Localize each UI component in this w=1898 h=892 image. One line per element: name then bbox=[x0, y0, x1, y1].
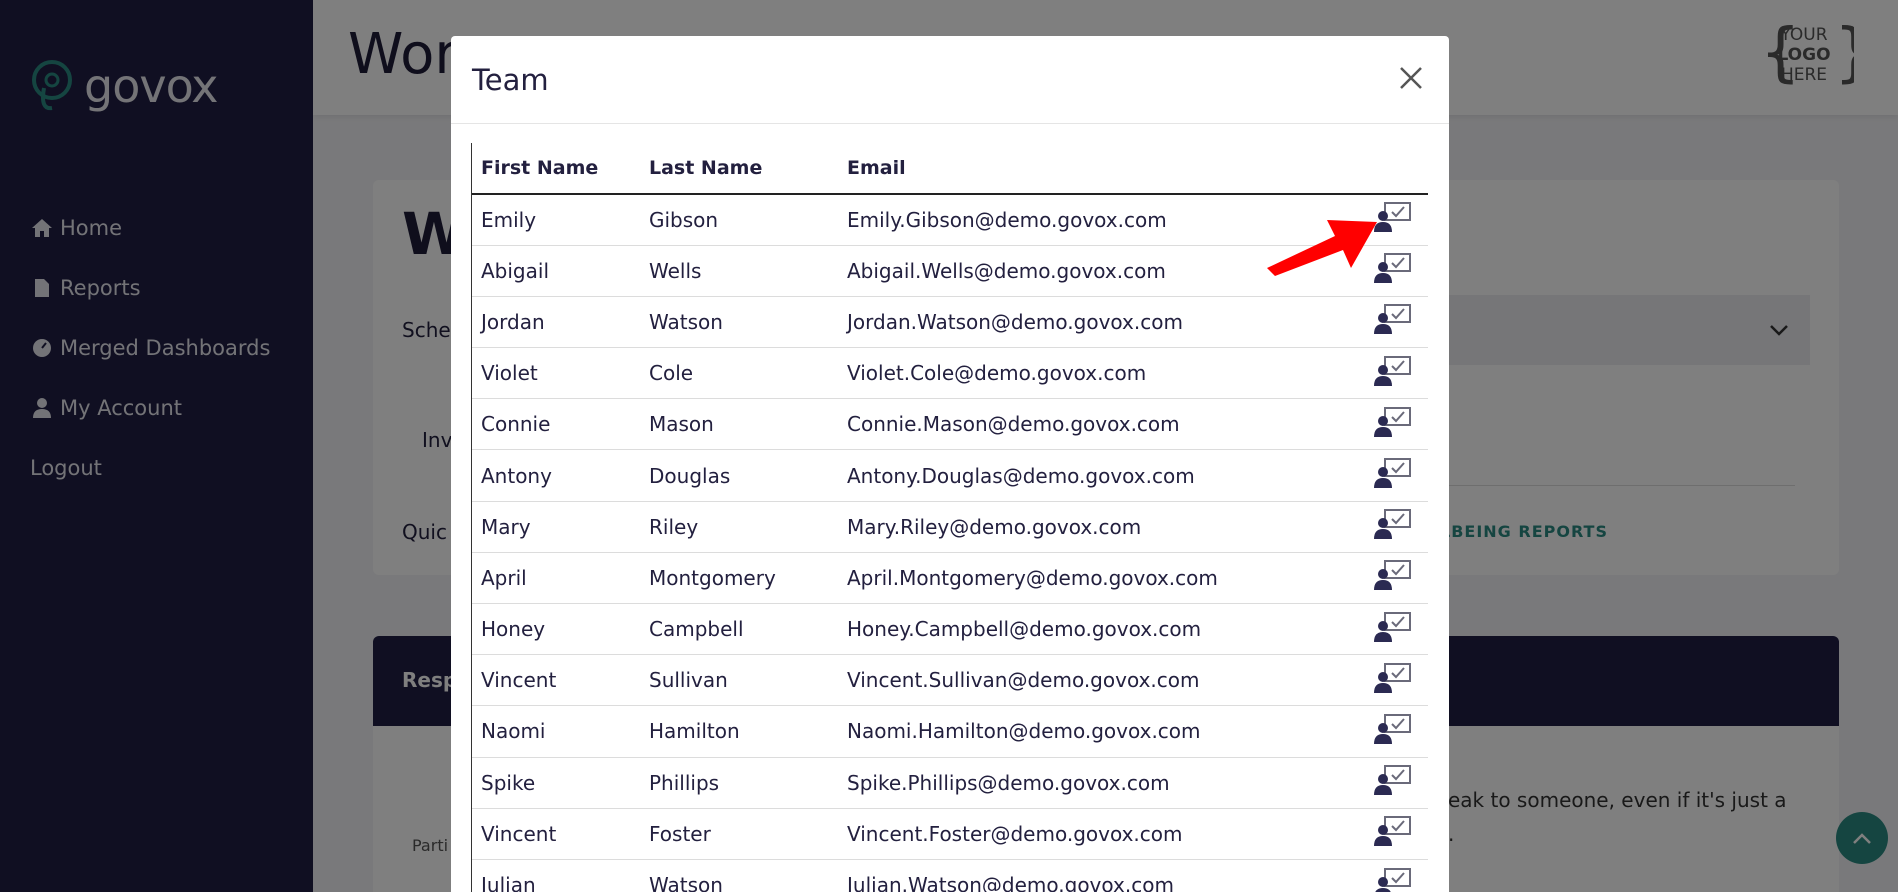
modal-title: Team bbox=[472, 62, 549, 97]
table-row: Naomi Hamilton Naomi.Hamilton@demo.govox.c… bbox=[472, 705, 1428, 758]
email-cell: Antony.Douglas@demo.govox.com bbox=[838, 449, 1358, 502]
last-name-cell: Hamilton bbox=[640, 705, 838, 758]
action-cell bbox=[1358, 501, 1428, 553]
last-name-cell: Sullivan bbox=[640, 654, 838, 707]
user-assign-icon[interactable] bbox=[1373, 764, 1413, 796]
first-name-cell: Spike bbox=[472, 757, 640, 809]
email-cell: Violet.Cole@demo.govox.com bbox=[838, 347, 1358, 400]
table-row: Violet Cole Violet.Cole@demo.govox.com bbox=[472, 347, 1428, 400]
close-icon bbox=[1399, 66, 1423, 94]
email-cell: Vincent.Sullivan@demo.govox.com bbox=[838, 654, 1358, 707]
first-name-cell: Jordan bbox=[472, 296, 640, 349]
user-assign-icon[interactable] bbox=[1373, 662, 1413, 694]
email-cell: Jordan.Watson@demo.govox.com bbox=[838, 296, 1358, 349]
table-row: Vincent Foster Vincent.Foster@demo.govox.c… bbox=[472, 808, 1428, 860]
user-assign-icon[interactable] bbox=[1373, 508, 1413, 540]
annotation-arrow bbox=[1265, 212, 1380, 277]
last-name-cell: Mason bbox=[640, 398, 838, 451]
team-modal: Team First Name Last Name Email Emily Gib… bbox=[451, 36, 1449, 892]
email-cell: April.Montgomery@demo.govox.com bbox=[838, 552, 1358, 605]
action-cell bbox=[1358, 808, 1428, 860]
first-name-cell: Vincent bbox=[472, 808, 640, 860]
email-cell: Julian.Watson@demo.govox.com bbox=[838, 859, 1358, 892]
table-row: Spike Phillips Spike.Phillips@demo.govox.c… bbox=[472, 757, 1428, 809]
user-assign-icon[interactable] bbox=[1373, 303, 1413, 335]
email-cell: Spike.Phillips@demo.govox.com bbox=[838, 757, 1358, 809]
user-assign-icon[interactable] bbox=[1373, 713, 1413, 745]
action-cell bbox=[1358, 296, 1428, 349]
email-cell: Naomi.Hamilton@demo.govox.com bbox=[838, 705, 1358, 758]
last-name-cell: Watson bbox=[640, 296, 838, 349]
table-header-row: First Name Last Name Email bbox=[472, 143, 1428, 195]
last-name-cell: Gibson bbox=[640, 194, 838, 246]
table-row: April Montgomery April.Montgomery@demo.gov… bbox=[472, 552, 1428, 605]
column-header-first-name[interactable]: First Name bbox=[472, 143, 640, 195]
last-name-cell: Foster bbox=[640, 808, 838, 860]
action-cell bbox=[1358, 859, 1428, 892]
first-name-cell: Emily bbox=[472, 194, 640, 246]
action-cell bbox=[1358, 757, 1428, 809]
email-cell: Mary.Riley@demo.govox.com bbox=[838, 501, 1358, 553]
action-cell bbox=[1358, 449, 1428, 502]
table-row: Mary Riley Mary.Riley@demo.govox.com bbox=[472, 501, 1428, 553]
last-name-cell: Douglas bbox=[640, 449, 838, 502]
user-assign-icon[interactable] bbox=[1373, 815, 1413, 847]
last-name-cell: Watson bbox=[640, 859, 838, 892]
team-table-body: Emily Gibson Emily.Gibson@demo.govox.com Ab… bbox=[472, 194, 1428, 892]
table-row: Antony Douglas Antony.Douglas@demo.govox.c… bbox=[472, 449, 1428, 502]
action-cell bbox=[1358, 347, 1428, 400]
action-cell bbox=[1358, 398, 1428, 451]
action-cell bbox=[1358, 654, 1428, 707]
first-name-cell: Abigail bbox=[472, 245, 640, 297]
last-name-cell: Riley bbox=[640, 501, 838, 553]
table-row: Connie Mason Connie.Mason@demo.govox.com bbox=[472, 398, 1428, 451]
email-cell: Connie.Mason@demo.govox.com bbox=[838, 398, 1358, 451]
modal-header: Team bbox=[451, 36, 1449, 124]
action-cell bbox=[1358, 552, 1428, 605]
user-assign-icon[interactable] bbox=[1373, 867, 1413, 892]
last-name-cell: Wells bbox=[640, 245, 838, 297]
user-assign-icon[interactable] bbox=[1373, 559, 1413, 591]
first-name-cell: Vincent bbox=[472, 654, 640, 707]
first-name-cell: Violet bbox=[472, 347, 640, 400]
table-row: Jordan Watson Jordan.Watson@demo.govox.com bbox=[472, 296, 1428, 349]
email-cell: Vincent.Foster@demo.govox.com bbox=[838, 808, 1358, 860]
user-assign-icon[interactable] bbox=[1373, 457, 1413, 489]
first-name-cell: Naomi bbox=[472, 705, 640, 758]
last-name-cell: Cole bbox=[640, 347, 838, 400]
user-assign-icon[interactable] bbox=[1373, 611, 1413, 643]
last-name-cell: Phillips bbox=[640, 757, 838, 809]
column-header-action bbox=[1358, 143, 1428, 195]
first-name-cell: Mary bbox=[472, 501, 640, 553]
table-row: Honey Campbell Honey.Campbell@demo.govox.c… bbox=[472, 603, 1428, 656]
user-assign-icon[interactable] bbox=[1373, 406, 1413, 438]
first-name-cell: Julian bbox=[472, 859, 640, 892]
first-name-cell: April bbox=[472, 552, 640, 605]
first-name-cell: Connie bbox=[472, 398, 640, 451]
last-name-cell: Montgomery bbox=[640, 552, 838, 605]
email-cell: Honey.Campbell@demo.govox.com bbox=[838, 603, 1358, 656]
column-header-last-name[interactable]: Last Name bbox=[640, 143, 838, 195]
close-button[interactable] bbox=[1393, 62, 1429, 98]
column-header-email[interactable]: Email bbox=[838, 143, 1358, 195]
action-cell bbox=[1358, 603, 1428, 656]
table-row: Vincent Sullivan Vincent.Sullivan@demo.gov… bbox=[472, 654, 1428, 707]
first-name-cell: Antony bbox=[472, 449, 640, 502]
first-name-cell: Honey bbox=[472, 603, 640, 656]
action-cell bbox=[1358, 705, 1428, 758]
user-assign-icon[interactable] bbox=[1373, 355, 1413, 387]
last-name-cell: Campbell bbox=[640, 603, 838, 656]
table-row: Julian Watson Julian.Watson@demo.govox.com bbox=[472, 859, 1428, 892]
